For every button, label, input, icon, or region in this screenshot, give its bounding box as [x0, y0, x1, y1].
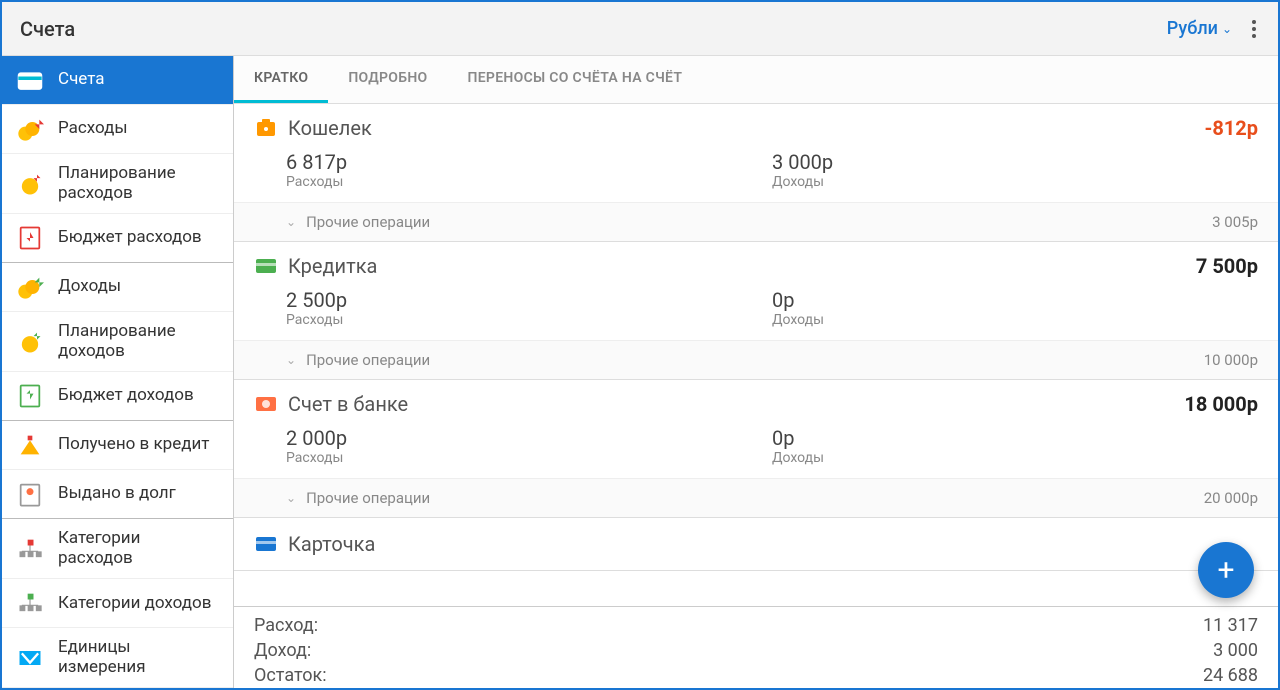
sidebar-icon	[16, 328, 44, 356]
account-name-label: Счет в банке	[288, 392, 408, 416]
footer-value: 3 000	[1213, 640, 1258, 661]
sidebar-item-10[interactable]: Категории доходов	[2, 579, 233, 628]
account-balance: 7 500р	[1196, 254, 1258, 278]
footer-value: 24 688	[1203, 665, 1258, 686]
sidebar-item-label: Счета	[58, 70, 105, 90]
account-1[interactable]: Кредитка 7 500р 2 500рРасходы0рДоходы ⌄ Проч…	[234, 242, 1278, 380]
account-name-label: Карточка	[288, 532, 375, 556]
footer-label: Остаток:	[254, 665, 327, 686]
sidebar-icon	[16, 382, 44, 410]
sidebar-item-label: Доходы	[58, 277, 121, 297]
main-content: КРАТКОПОДРОБНОПЕРЕНОСЫ СО СЧЁТА НА СЧЁТ …	[234, 56, 1278, 688]
other-ops-value: 20 000р	[1204, 489, 1258, 507]
tab-0[interactable]: КРАТКО	[234, 56, 328, 103]
add-button[interactable]: +	[1198, 542, 1254, 598]
income-label: Доходы	[772, 312, 1258, 328]
account-name-label: Кошелек	[288, 116, 372, 140]
other-ops-value: 3 005р	[1212, 213, 1258, 231]
expense-value: 6 817р	[286, 150, 772, 174]
other-ops-label: Прочие операции	[306, 489, 430, 507]
chevron-down-icon: ⌄	[286, 215, 296, 229]
sidebar-icon	[16, 170, 44, 198]
account-0[interactable]: Кошелек -812р 6 817рРасходы3 000рДоходы ⌄ Пр…	[234, 104, 1278, 242]
income-label: Доходы	[772, 174, 1258, 190]
account-icon	[254, 116, 278, 140]
sidebar-item-8[interactable]: Выдано в долг	[2, 470, 233, 519]
sidebar-icon	[16, 224, 44, 252]
account-icon	[254, 532, 278, 556]
chevron-down-icon: ⌄	[286, 353, 296, 367]
footer-row-2: Остаток: 24 688	[254, 663, 1258, 688]
chevron-down-icon: ⌄	[1222, 22, 1232, 36]
currency-selector[interactable]: Рубли ⌄	[1167, 18, 1232, 39]
sidebar-icon	[16, 589, 44, 617]
sidebar-icon	[16, 431, 44, 459]
sidebar-icon	[16, 644, 44, 672]
summary-footer: Расход: 11 317 Доход: 3 000 Остаток: 24 688	[234, 606, 1278, 688]
account-balance: 18 000р	[1184, 392, 1258, 416]
sidebar-item-label: Бюджет расходов	[58, 228, 202, 248]
sidebar-item-label: Выдано в долг	[58, 484, 176, 504]
app-header: Счета Рубли ⌄	[2, 2, 1278, 56]
more-menu-icon[interactable]	[1248, 16, 1260, 42]
income-value: 3 000р	[772, 150, 1258, 174]
expense-label: Расходы	[286, 312, 772, 328]
sidebar-item-0[interactable]: Счета	[2, 56, 233, 105]
sidebar-icon	[16, 480, 44, 508]
income-value: 0р	[772, 426, 1258, 450]
sidebar-item-2[interactable]: Планирование расходов	[2, 154, 233, 214]
other-ops-label: Прочие операции	[306, 351, 430, 369]
other-operations-toggle[interactable]: ⌄ Прочие операции 3 005р	[234, 202, 1278, 241]
sidebar: Счета Расходы Планирование расходов Бюджет …	[2, 56, 234, 688]
sidebar-item-label: Бюджет доходов	[58, 386, 194, 406]
sidebar-item-label: Планирование доходов	[58, 322, 219, 361]
currency-label: Рубли	[1167, 18, 1218, 39]
sidebar-item-6[interactable]: Бюджет доходов	[2, 372, 233, 421]
sidebar-icon	[16, 535, 44, 563]
footer-row-0: Расход: 11 317	[254, 613, 1258, 638]
footer-label: Расход:	[254, 615, 318, 636]
tab-1[interactable]: ПОДРОБНО	[328, 56, 447, 103]
sidebar-item-label: Категории расходов	[58, 529, 219, 568]
chevron-down-icon: ⌄	[286, 491, 296, 505]
sidebar-item-11[interactable]: Единицы измерения	[2, 628, 233, 688]
other-operations-toggle[interactable]: ⌄ Прочие операции 20 000р	[234, 478, 1278, 517]
expense-value: 2 500р	[286, 288, 772, 312]
accounts-list: Кошелек-812р6 817рРасходы3 000рДоходы⌄Пр…	[234, 104, 1278, 606]
sidebar-item-5[interactable]: Планирование доходов	[2, 312, 233, 372]
expense-label: Расходы	[286, 450, 772, 466]
account-last[interactable]: Карточка	[234, 518, 1278, 571]
sidebar-item-9[interactable]: Категории расходов	[2, 519, 233, 579]
income-label: Доходы	[772, 450, 1258, 466]
expense-label: Расходы	[286, 174, 772, 190]
sidebar-item-label: Единицы измерения	[58, 638, 219, 677]
sidebar-item-label: Категории доходов	[58, 594, 211, 614]
account-2[interactable]: Счет в банке 18 000р 2 000рРасходы0рДоходы…	[234, 380, 1278, 518]
sidebar-item-label: Планирование расходов	[58, 164, 219, 203]
sidebar-icon	[16, 66, 44, 94]
expense-value: 2 000р	[286, 426, 772, 450]
account-balance: -812р	[1204, 116, 1258, 140]
account-icon	[254, 392, 278, 416]
other-operations-toggle[interactable]: ⌄ Прочие операции 10 000р	[234, 340, 1278, 379]
account-name-label: Кредитка	[288, 254, 377, 278]
sidebar-item-label: Получено в кредит	[58, 435, 209, 455]
sidebar-icon	[16, 115, 44, 143]
sidebar-item-7[interactable]: Получено в кредит	[2, 421, 233, 470]
footer-label: Доход:	[254, 640, 311, 661]
sidebar-item-1[interactable]: Расходы	[2, 105, 233, 154]
sidebar-icon	[16, 273, 44, 301]
sidebar-item-4[interactable]: Доходы	[2, 263, 233, 312]
footer-value: 11 317	[1203, 615, 1258, 636]
page-title: Счета	[20, 17, 75, 41]
footer-row-1: Доход: 3 000	[254, 638, 1258, 663]
tab-2[interactable]: ПЕРЕНОСЫ СО СЧЁТА НА СЧЁТ	[448, 56, 703, 103]
sidebar-item-label: Расходы	[58, 119, 128, 139]
account-icon	[254, 254, 278, 278]
other-ops-label: Прочие операции	[306, 213, 430, 231]
tabs: КРАТКОПОДРОБНОПЕРЕНОСЫ СО СЧЁТА НА СЧЁТ	[234, 56, 1278, 104]
sidebar-item-3[interactable]: Бюджет расходов	[2, 214, 233, 263]
other-ops-value: 10 000р	[1204, 351, 1258, 369]
income-value: 0р	[772, 288, 1258, 312]
